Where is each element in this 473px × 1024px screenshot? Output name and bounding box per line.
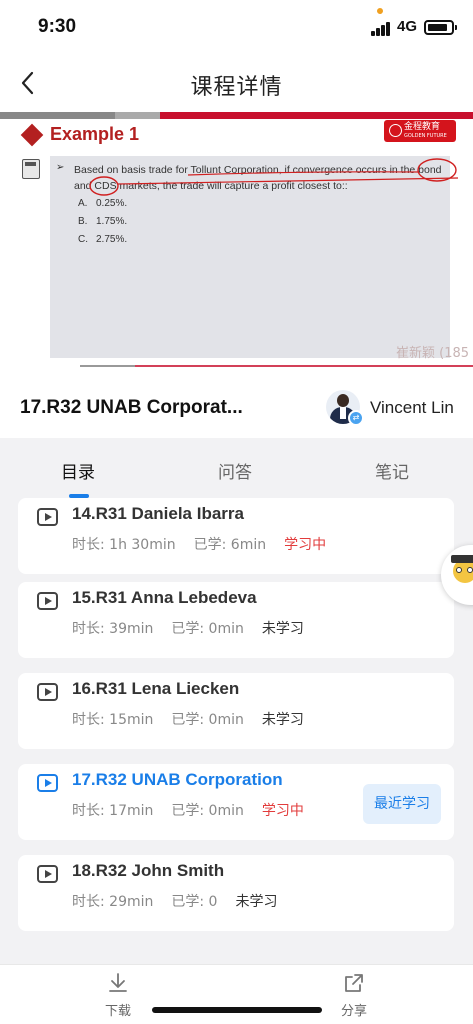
option-text: 0.25%. (96, 198, 128, 209)
slide-header-strip (160, 112, 473, 119)
brand-logo: 金程教育 GOLDEN FUTURE (384, 120, 456, 142)
lesson-status: 学习中 (284, 537, 327, 553)
network-type: 4G (397, 18, 418, 35)
list-item[interactable]: 14.R31 Daniela Ibarra 时长: 1h 30min 已学: 6m… (18, 498, 454, 574)
lesson-status: 未学习 (235, 894, 278, 910)
watermark: 崔新颖 (185 (396, 346, 470, 361)
battery-icon (424, 20, 457, 35)
battery-level (428, 24, 447, 31)
lesson-status: 未学习 (261, 712, 304, 728)
tab-notes[interactable]: 笔记 (375, 458, 409, 483)
bullet-arrow-icon: ➢ (56, 162, 65, 173)
slide-footer-strip (135, 365, 473, 367)
slide-header-strip (115, 112, 160, 119)
lesson-title: 16.R31 Lena Liecken (72, 679, 240, 698)
download-button[interactable]: 下载 (88, 971, 148, 1019)
home-indicator (152, 1007, 322, 1013)
lesson-title: 18.R32 John Smith (72, 861, 225, 880)
play-icon (37, 683, 58, 701)
slide-option: A. 0.25%. (78, 198, 127, 209)
nav-bar: 课程详情 (0, 56, 473, 112)
play-icon (37, 508, 58, 526)
list-item[interactable]: 18.R32 John Smith 时长: 29min 已学: 0 未学习 (18, 855, 454, 931)
lesson-meta: 时长: 17min 已学: 0min 学习中 (72, 800, 322, 820)
slide-option: C. 2.75%. (78, 234, 127, 245)
lesson-list[interactable]: 14.R31 Daniela Ibarra 时长: 1h 30min 已学: 6m… (0, 498, 473, 964)
lesson-duration: 时长: 15min (72, 712, 154, 728)
mascot-eye (467, 567, 473, 573)
lesson-learned: 已学: 0min (171, 621, 244, 637)
slide-question-box: ➢ Based on basis trade for Tollunt Corpo… (50, 156, 450, 358)
play-icon (37, 592, 58, 610)
lesson-learned: 已学: 0 (171, 894, 218, 910)
list-item[interactable]: 15.R31 Anna Lebedeva 时长: 39min 已学: 0min 未学… (18, 582, 454, 658)
option-letter: B. (78, 216, 88, 227)
slide-header-strip (0, 112, 115, 119)
lesson-duration: 时长: 17min (72, 803, 154, 819)
recent-study-badge[interactable]: 最近学习 (363, 784, 441, 824)
teacher-name[interactable]: Vincent Lin (370, 398, 454, 418)
mascot-hat (451, 555, 473, 563)
course-title: 17.R32 UNAB Corporat... (20, 397, 243, 418)
logo-circle-icon (389, 124, 402, 137)
page-title: 课程详情 (190, 75, 283, 100)
diamond-icon (20, 123, 44, 147)
switch-icon[interactable]: ⇄ (348, 410, 364, 426)
option-text: 2.75%. (96, 234, 128, 245)
status-time: 9:30 (38, 16, 77, 37)
option-letter: C. (78, 234, 88, 245)
option-text: 1.75%. (96, 216, 128, 227)
download-icon (109, 973, 127, 992)
lesson-meta: 时长: 1h 30min 已学: 6min 学习中 (72, 534, 344, 554)
option-letter: A. (78, 198, 88, 209)
tab-qa[interactable]: 问答 (218, 458, 252, 483)
signal-icon (371, 22, 393, 36)
mic-indicator-dot (377, 8, 383, 14)
lesson-title: 17.R32 UNAB Corporation (72, 770, 283, 789)
calculator-icon (22, 159, 40, 179)
slide-question-text: Based on basis trade for Tollunt Corpora… (74, 164, 442, 192)
brand-logo-subtext: GOLDEN FUTURE (404, 133, 447, 139)
lesson-learned: 已学: 0min (171, 712, 244, 728)
course-header: 17.R32 UNAB Corporat... ⇄ Vincent Lin (0, 380, 473, 438)
lesson-duration: 时长: 39min (72, 621, 154, 637)
lesson-status: 学习中 (261, 803, 304, 819)
slide-example-title: Example 1 (50, 124, 140, 144)
share-button[interactable]: 分享 (324, 971, 384, 1019)
lesson-learned: 已学: 6min (193, 537, 267, 553)
mascot-eye (456, 567, 462, 573)
video-player[interactable]: Example 1 金程教育 GOLDEN FUTURE ➢ Based on … (0, 112, 473, 380)
status-bar: 9:30 4G (0, 0, 473, 56)
lesson-duration: 时长: 29min (72, 894, 154, 910)
lesson-meta: 时长: 15min 已学: 0min 未学习 (72, 709, 322, 729)
share-icon (345, 974, 363, 992)
play-icon (37, 774, 58, 792)
tab-catalog[interactable]: 目录 (61, 458, 95, 483)
lesson-meta: 时长: 39min 已学: 0min 未学习 (72, 618, 322, 638)
slide-footer-strip (80, 365, 135, 367)
list-item[interactable]: 16.R31 Lena Liecken 时长: 15min 已学: 0min 未学习 (18, 673, 454, 749)
share-label: 分享 (340, 1004, 367, 1019)
slide-option: B. 1.75%. (78, 216, 127, 227)
download-label: 下载 (104, 1004, 131, 1019)
lesson-learned: 已学: 0min (171, 803, 244, 819)
bottom-action-bar: 下载 分享 (0, 964, 473, 1024)
brand-logo-text: 金程教育 (404, 122, 441, 132)
lesson-meta: 时长: 29min 已学: 0 未学习 (72, 891, 295, 911)
lesson-title: 14.R31 Daniela Ibarra (72, 504, 244, 523)
lesson-status: 未学习 (261, 621, 304, 637)
tab-bar: 目录 问答 笔记 (0, 438, 473, 498)
play-icon (37, 865, 58, 883)
lesson-duration: 时长: 1h 30min (72, 537, 176, 553)
list-item-current[interactable]: 17.R32 UNAB Corporation 时长: 17min 已学: 0mi… (18, 764, 454, 840)
lesson-title: 15.R31 Anna Lebedeva (72, 588, 257, 607)
